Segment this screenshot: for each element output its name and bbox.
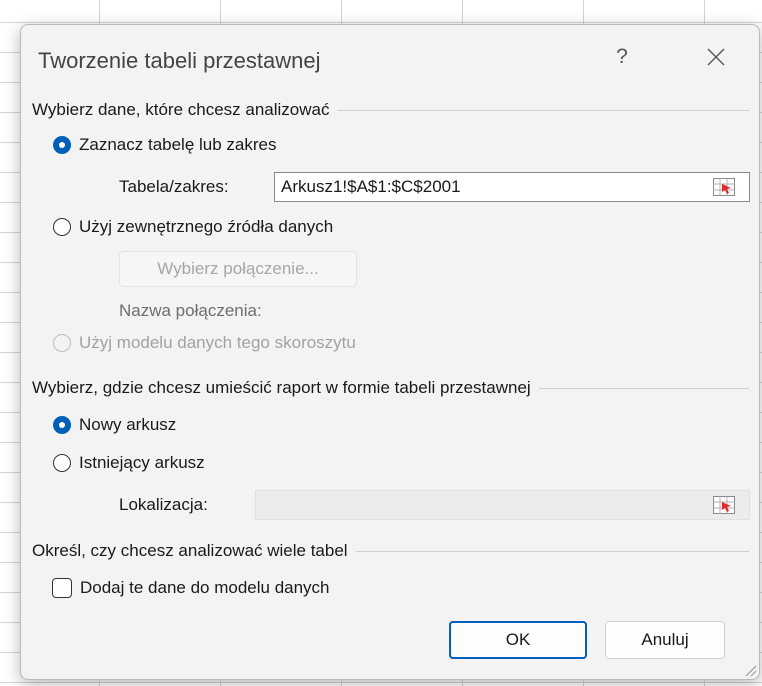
table-range-collapse-button[interactable] [710, 173, 738, 201]
placement-section-header: Wybierz, gdzie chcesz umieścić raport w … [32, 377, 749, 399]
select-table-radio-option[interactable]: Zaznacz tabelę lub zakres [53, 135, 277, 155]
help-button[interactable]: ? [599, 35, 645, 79]
section-divider [355, 550, 749, 552]
external-source-label: Użyj zewnętrznego źródła danych [79, 217, 334, 236]
connection-name-label: Nazwa połączenia: [119, 301, 262, 320]
range-selector-icon [713, 496, 735, 514]
ok-button[interactable]: OK [449, 621, 587, 659]
resize-grip-icon[interactable] [743, 663, 757, 677]
checkbox-unchecked-icon[interactable] [52, 578, 72, 598]
multiple-tables-section-header: Określ, czy chcesz analizować wiele tabe… [32, 540, 749, 562]
radio-disabled-icon[interactable] [53, 334, 71, 352]
dialog-titlebar: Tworzenie tabeli przestawnej ? [21, 25, 759, 93]
external-source-radio-option[interactable]: Użyj zewnętrznego źródła danych [53, 217, 333, 237]
create-pivot-table-dialog: Tworzenie tabeli przestawnej ? Wybierz d… [20, 24, 760, 680]
section-divider [337, 109, 749, 111]
location-input[interactable] [255, 490, 750, 520]
data-model-radio-option[interactable]: Użyj modelu danych tego skoroszytu [53, 333, 356, 353]
help-icon: ? [616, 45, 628, 68]
new-sheet-radio-option[interactable]: Nowy arkusz [53, 415, 176, 435]
data-model-label: Użyj modelu danych tego skoroszytu [79, 333, 356, 352]
radio-selected-icon[interactable] [53, 136, 71, 154]
cancel-button[interactable]: Anuluj [605, 621, 725, 659]
range-selector-icon [713, 178, 735, 196]
data-source-section-header: Wybierz dane, które chcesz analizować [32, 99, 749, 121]
existing-sheet-radio-option[interactable]: Istniejący arkusz [53, 453, 205, 473]
placement-heading: Wybierz, gdzie chcesz umieścić raport w … [32, 378, 531, 397]
new-sheet-label: Nowy arkusz [79, 415, 177, 434]
close-icon [707, 48, 725, 66]
data-source-heading: Wybierz dane, które chcesz analizować [32, 100, 330, 119]
location-label: Lokalizacja: [119, 495, 208, 514]
add-to-data-model-label: Dodaj te dane do modelu danych [80, 578, 330, 597]
dialog-title: Tworzenie tabeli przestawnej [38, 48, 321, 73]
radio-selected-icon[interactable] [53, 416, 71, 434]
table-range-input[interactable]: Arkusz1!$A$1:$C$2001 [274, 172, 750, 202]
add-to-data-model-checkbox-option[interactable]: Dodaj te dane do modelu danych [52, 578, 330, 598]
location-collapse-button[interactable] [710, 491, 738, 519]
multiple-tables-heading: Określ, czy chcesz analizować wiele tabe… [32, 541, 348, 560]
radio-unselected-icon[interactable] [53, 218, 71, 236]
choose-connection-button[interactable]: Wybierz połączenie... [119, 251, 357, 287]
existing-sheet-label: Istniejący arkusz [79, 453, 205, 472]
radio-unselected-icon[interactable] [53, 454, 71, 472]
close-button[interactable] [693, 35, 739, 79]
table-range-label: Tabela/zakres: [119, 177, 229, 196]
section-divider [538, 387, 749, 389]
select-table-label: Zaznacz tabelę lub zakres [79, 135, 277, 154]
